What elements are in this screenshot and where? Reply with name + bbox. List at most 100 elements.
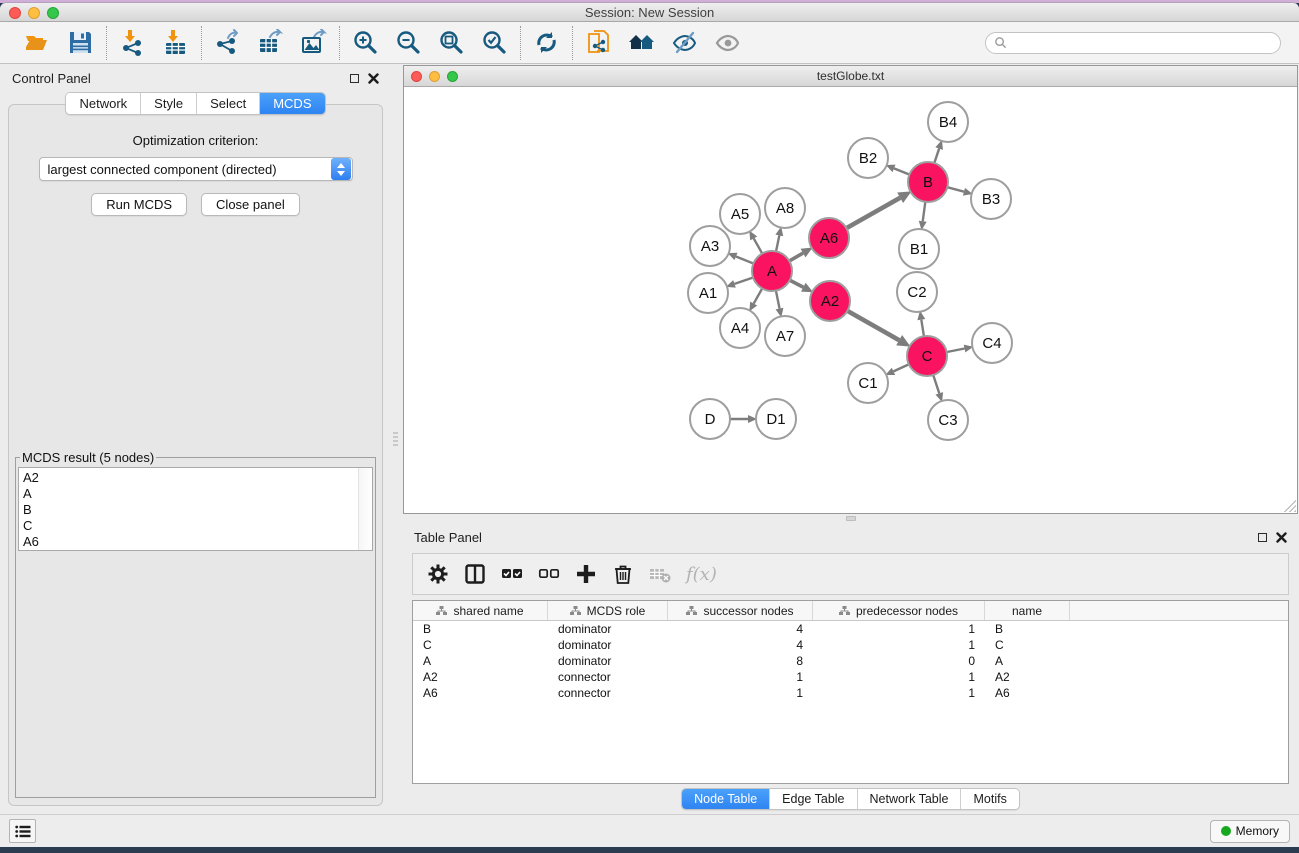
network-window-titlebar[interactable]: testGlobe.txt [404,66,1297,87]
delete-table-icon[interactable] [649,563,671,585]
table-cell[interactable]: 1 [813,670,985,684]
tab-node-table[interactable]: Node Table [682,789,770,809]
tab-network-table[interactable]: Network Table [858,789,962,809]
show-eye-icon[interactable] [714,29,741,56]
column-header-name[interactable]: name [985,601,1070,620]
export-network-icon[interactable] [214,29,241,56]
table-cell[interactable]: B [985,622,1070,636]
table-cell[interactable]: C [985,638,1070,652]
result-list-item[interactable]: B [23,502,358,518]
table-cell[interactable]: A6 [413,686,548,700]
search-input[interactable] [1007,36,1272,50]
table-cell[interactable]: 1 [668,670,813,684]
result-scrollbar[interactable] [358,468,372,550]
table-cell[interactable]: B [413,622,548,636]
table-cell[interactable]: connector [548,670,668,684]
result-list-item[interactable]: A2 [23,470,358,486]
table-cell[interactable]: 1 [813,638,985,652]
table-cell[interactable]: A [413,654,548,668]
result-list-item[interactable]: A6 [23,534,358,550]
refresh-icon[interactable] [533,29,560,56]
table-cell[interactable]: 0 [813,654,985,668]
table-row[interactable]: Adominator80A [413,653,1288,669]
table-cell[interactable]: dominator [548,654,668,668]
add-column-plus-icon[interactable] [575,563,597,585]
column-header-successor-nodes[interactable]: successor nodes [668,601,813,620]
network-canvas[interactable]: AA1A3A5A8A4A7A6A2BB2B4B3B1CC2C4C1C3DD1 [404,87,1297,513]
column-header-shared-name[interactable]: shared name [413,601,548,620]
mcds-result-list[interactable]: A2ABCA6 [18,467,373,551]
table-cell[interactable]: A6 [985,686,1070,700]
table-cell[interactable]: dominator [548,622,668,636]
column-header-predecessor-nodes[interactable]: predecessor nodes [813,601,985,620]
select-all-checks-icon[interactable] [501,563,523,585]
divider-grip[interactable] [846,516,856,521]
close-network-window-button[interactable] [411,71,422,82]
delete-column-trash-icon[interactable] [612,563,634,585]
minimize-network-window-button[interactable] [429,71,440,82]
search-field[interactable] [985,32,1281,54]
import-network-icon[interactable] [119,29,146,56]
table-cell[interactable]: A [985,654,1070,668]
close-panel-icon[interactable] [368,73,379,84]
table-cell[interactable]: 1 [813,622,985,636]
table-cell[interactable]: connector [548,686,668,700]
tab-mcds[interactable]: MCDS [260,93,324,114]
table-cell[interactable]: 1 [813,686,985,700]
table-cell[interactable]: dominator [548,638,668,652]
tab-network[interactable]: Network [66,93,141,114]
table-settings-gear-icon[interactable] [427,563,449,585]
open-file-icon[interactable] [24,29,51,56]
memory-button[interactable]: Memory [1210,820,1290,843]
table-cell[interactable]: 1 [668,686,813,700]
window-resize-grip[interactable] [1283,499,1296,512]
zoom-out-icon[interactable] [395,29,422,56]
column-header-mcds-role[interactable]: MCDS role [548,601,668,620]
table-row[interactable]: A2connector11A2 [413,669,1288,685]
horizontal-split-divider[interactable] [402,514,1299,523]
home-layout-icon[interactable] [628,29,655,56]
task-history-button[interactable] [9,819,36,843]
export-table-icon[interactable] [257,29,284,56]
export-image-icon[interactable] [300,29,327,56]
tab-edge-table[interactable]: Edge Table [770,789,857,809]
maximize-window-button[interactable] [47,7,59,19]
criterion-dropdown[interactable]: largest connected component (directed) [39,157,353,181]
table-cell[interactable]: C [413,638,548,652]
maximize-network-window-button[interactable] [447,71,458,82]
result-list-item[interactable]: A [23,486,358,502]
table-row[interactable]: Bdominator41B [413,621,1288,637]
zoom-in-icon[interactable] [352,29,379,56]
float-panel-icon[interactable] [350,74,359,83]
network-from-clipboard-icon[interactable] [585,29,612,56]
table-row[interactable]: A6connector11A6 [413,685,1288,701]
deselect-all-checks-icon[interactable] [538,563,560,585]
minimize-window-button[interactable] [28,7,40,19]
table-cell[interactable]: 8 [668,654,813,668]
run-mcds-button[interactable]: Run MCDS [91,193,187,216]
divider-grip[interactable] [393,432,398,448]
table-row[interactable]: Cdominator41C [413,637,1288,653]
table-cell[interactable]: A2 [413,670,548,684]
table-cell[interactable]: A2 [985,670,1070,684]
table-cell[interactable]: 4 [668,622,813,636]
column-panel-icon[interactable] [464,563,486,585]
zoom-fit-icon[interactable] [438,29,465,56]
close-panel-button[interactable]: Close panel [201,193,300,216]
network-graph[interactable]: AA1A3A5A8A4A7A6A2BB2B4B3B1CC2C4C1C3DD1 [404,87,1297,511]
tab-motifs[interactable]: Motifs [961,789,1018,809]
tab-style[interactable]: Style [141,93,197,114]
import-table-icon[interactable] [162,29,189,56]
float-panel-icon[interactable] [1258,533,1267,542]
tab-select[interactable]: Select [197,93,260,114]
result-list-item[interactable]: C [23,518,358,534]
table-cell[interactable]: 4 [668,638,813,652]
function-builder-icon[interactable]: f(x) [686,564,717,585]
hide-selected-icon[interactable] [671,29,698,56]
graph-node-label: A6 [820,230,838,247]
close-window-button[interactable] [9,7,21,19]
close-panel-icon[interactable] [1276,532,1287,543]
save-session-icon[interactable] [67,29,94,56]
vertical-split-divider[interactable] [391,64,402,814]
zoom-selected-icon[interactable] [481,29,508,56]
